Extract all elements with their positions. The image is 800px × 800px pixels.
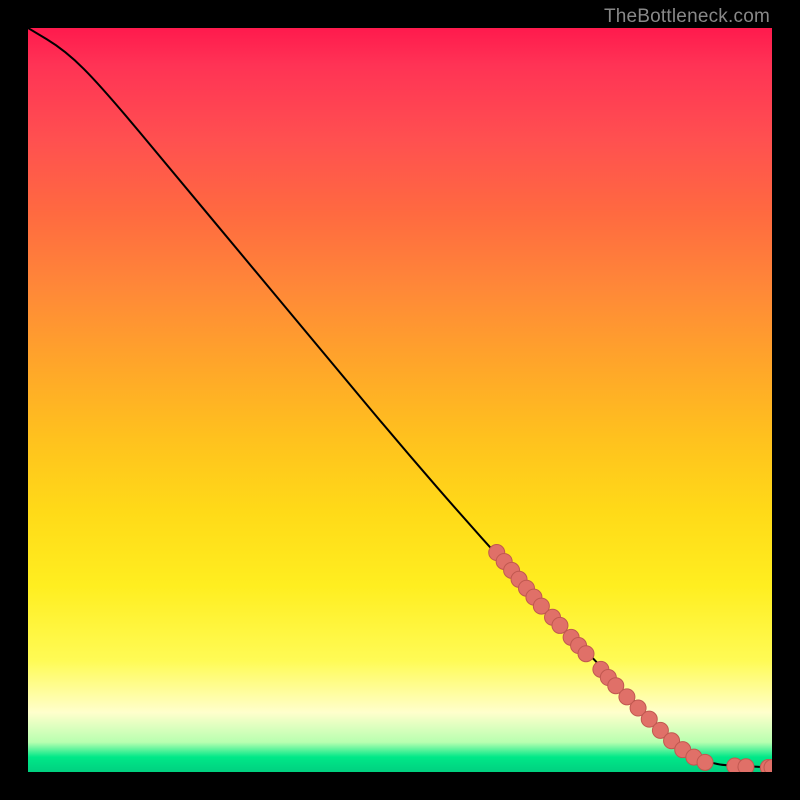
data-point (533, 598, 549, 614)
data-point (630, 700, 646, 716)
data-point (504, 562, 520, 578)
data-point (496, 553, 512, 569)
data-point (608, 678, 624, 694)
data-point (552, 617, 568, 633)
data-point (686, 749, 702, 765)
data-point (563, 629, 579, 645)
data-point (641, 711, 657, 727)
data-point (593, 661, 609, 677)
data-point (511, 571, 527, 587)
data-point (518, 580, 534, 596)
chart-curve (28, 28, 772, 768)
data-point (760, 760, 772, 772)
chart-svg (28, 28, 772, 772)
data-point (727, 758, 743, 772)
data-point (652, 722, 668, 738)
data-point (738, 759, 754, 772)
data-point (697, 754, 713, 770)
data-point (619, 689, 635, 705)
data-point (526, 589, 542, 605)
chart-plot-area (28, 28, 772, 772)
data-point (664, 733, 680, 749)
data-point (600, 670, 616, 686)
chart-points (489, 545, 772, 772)
data-point (489, 545, 505, 561)
data-point (578, 646, 594, 662)
data-point (764, 760, 772, 772)
data-point (675, 742, 691, 758)
watermark-text: TheBottleneck.com (604, 6, 770, 28)
data-point (545, 609, 561, 625)
data-point (571, 638, 587, 654)
